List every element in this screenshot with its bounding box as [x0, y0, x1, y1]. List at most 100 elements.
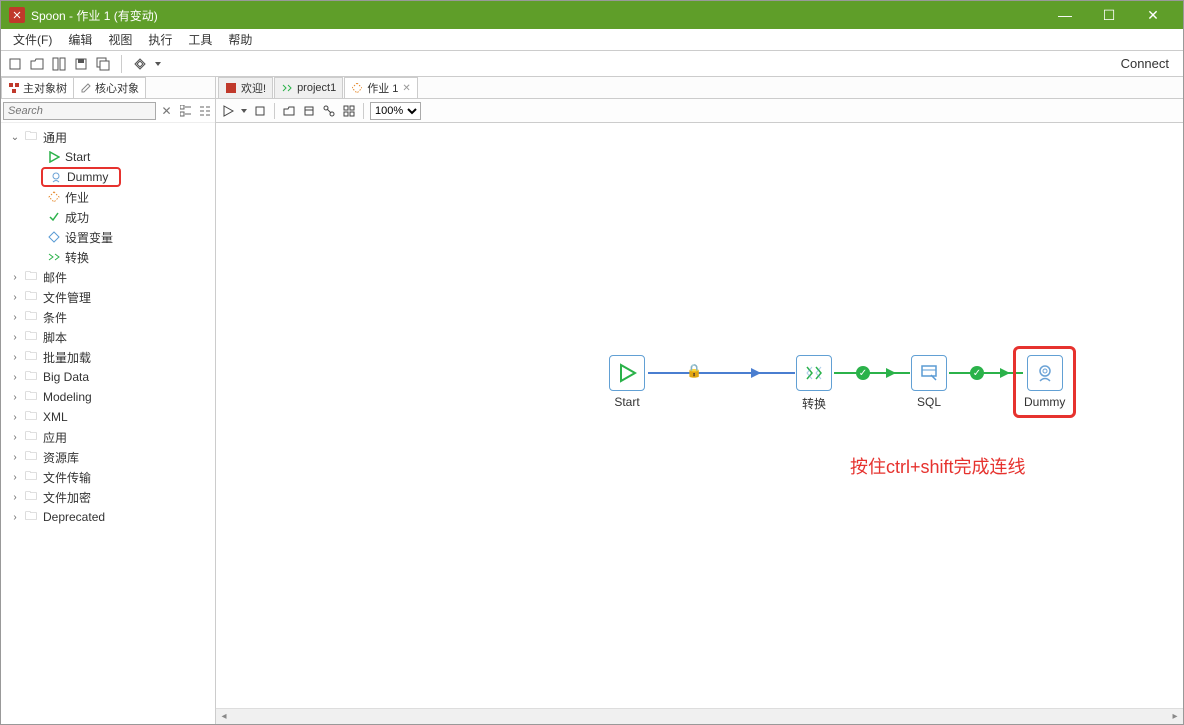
scroll-left-icon[interactable]: ◂: [216, 710, 232, 724]
expand-icon[interactable]: ›: [9, 392, 21, 403]
run-icon[interactable]: [220, 103, 236, 119]
tree-item-start[interactable]: Start: [3, 147, 213, 167]
tree-folder-general[interactable]: ⌄ 🗀 通用: [3, 127, 213, 147]
expand-icon[interactable]: ›: [9, 412, 21, 423]
canvas-node-sql[interactable]: SQL: [911, 355, 947, 409]
replay-icon[interactable]: [281, 103, 297, 119]
editor-tab-welcome[interactable]: 欢迎!: [218, 77, 273, 98]
tree-item-setvar[interactable]: 设置变量: [3, 227, 213, 247]
menu-help[interactable]: 帮助: [220, 29, 260, 50]
tree-folder[interactable]: ›🗀Modeling: [3, 387, 213, 407]
tab-main-tree[interactable]: 主对象树: [1, 77, 74, 98]
canvas-node-trans[interactable]: 转换: [796, 355, 832, 412]
tree-folder-label: 条件: [43, 309, 67, 326]
connect-link[interactable]: Connect: [1113, 56, 1177, 71]
dropdown-icon[interactable]: [240, 103, 248, 119]
expand-icon[interactable]: ›: [9, 472, 21, 483]
tree-item-label: 作业: [65, 189, 89, 206]
editor-tab-job1[interactable]: 作业 1 ✕: [344, 77, 418, 98]
tree-folder[interactable]: ›🗀脚本: [3, 327, 213, 347]
tree-folder[interactable]: › 🗀条件: [3, 307, 213, 327]
tree-folder-label: 资源库: [43, 449, 79, 466]
sql-icon[interactable]: [301, 103, 317, 119]
tree-folder[interactable]: ›🗀资源库: [3, 447, 213, 467]
tree-folder[interactable]: ›🗀Deprecated: [3, 507, 213, 527]
annotation-text: 按住ctrl+shift完成连线: [850, 453, 1026, 479]
folder-icon: 🗀: [25, 427, 39, 448]
tree-folder-label: 文件传输: [43, 469, 91, 486]
hop-start-trans[interactable]: [648, 372, 795, 374]
menu-edit[interactable]: 编辑: [60, 29, 100, 50]
open-icon[interactable]: [29, 56, 45, 72]
tree-folder[interactable]: ›🗀文件加密: [3, 487, 213, 507]
expand-icon[interactable]: ›: [9, 352, 21, 363]
menu-file[interactable]: 文件(F): [5, 29, 60, 50]
canvas-node-dummy[interactable]: Dummy: [1024, 355, 1065, 409]
dummy-icon: [49, 171, 63, 183]
node-label: SQL: [911, 395, 947, 409]
expand-all-icon[interactable]: [177, 102, 194, 120]
search-clear-icon[interactable]: ✕: [158, 102, 175, 120]
new-icon[interactable]: [7, 56, 23, 72]
expand-icon[interactable]: ›: [9, 452, 21, 463]
expand-icon[interactable]: ›: [9, 272, 21, 283]
horizontal-scrollbar[interactable]: ◂ ▸: [216, 708, 1183, 724]
tree-folder[interactable]: ›🗀文件传输: [3, 467, 213, 487]
editor-tab-label: 作业 1: [367, 80, 398, 96]
folder-icon: 🗀: [25, 287, 39, 308]
menu-view[interactable]: 视图: [100, 29, 140, 50]
zoom-select[interactable]: 100%: [370, 102, 421, 120]
folder-icon: 🗀: [25, 367, 39, 388]
save-as-icon[interactable]: [95, 56, 111, 72]
grid-icon[interactable]: [341, 103, 357, 119]
save-icon[interactable]: [73, 56, 89, 72]
canvas-node-start[interactable]: Start: [609, 355, 645, 409]
maximize-button[interactable]: ☐: [1087, 1, 1131, 29]
expand-icon[interactable]: ›: [9, 372, 21, 383]
menu-run[interactable]: 执行: [140, 29, 180, 50]
expand-icon[interactable]: ›: [9, 312, 21, 323]
canvas[interactable]: 🔒 ✓ ✓ Start 转换: [216, 123, 1183, 724]
expand-icon[interactable]: ›: [9, 492, 21, 503]
folder-icon: 🗀: [25, 307, 39, 328]
tree-item-dummy[interactable]: Dummy: [41, 167, 121, 187]
minimize-button[interactable]: —: [1043, 1, 1087, 29]
tree-folder-label: 文件加密: [43, 489, 91, 506]
editor-tab-project1[interactable]: project1: [274, 77, 343, 98]
stop-icon[interactable]: [252, 103, 268, 119]
expand-icon[interactable]: ›: [9, 432, 21, 443]
expand-icon[interactable]: ›: [9, 512, 21, 523]
tree-folder[interactable]: ›🗀批量加载: [3, 347, 213, 367]
explore-icon[interactable]: [51, 56, 67, 72]
tree-item-trans[interactable]: 转换: [3, 247, 213, 267]
node-box: [1027, 355, 1063, 391]
sidebar-tabs: 主对象树 核心对象: [1, 77, 215, 99]
expand-icon[interactable]: ›: [9, 332, 21, 343]
close-tab-icon[interactable]: ✕: [402, 83, 410, 94]
collapse-icon[interactable]: ⌄: [9, 132, 21, 143]
scroll-right-icon[interactable]: ▸: [1167, 710, 1183, 724]
expand-icon[interactable]: ›: [9, 292, 21, 303]
perspective-icon[interactable]: [132, 56, 148, 72]
folder-icon: 🗀: [25, 327, 39, 348]
tree: ⌄ 🗀 通用 Start Dummy 作业 成功 设置变: [1, 123, 215, 724]
tree-item-success[interactable]: 成功: [3, 207, 213, 227]
collapse-all-icon[interactable]: [196, 102, 213, 120]
tree-folder[interactable]: ›🗀XML: [3, 407, 213, 427]
tree-folder[interactable]: ›🗀Big Data: [3, 367, 213, 387]
close-button[interactable]: ✕: [1131, 1, 1175, 29]
tree-folder[interactable]: ›🗀应用: [3, 427, 213, 447]
folder-icon: 🗀: [25, 347, 39, 368]
impact-icon[interactable]: [321, 103, 337, 119]
dropdown-icon[interactable]: [154, 56, 162, 72]
tree-folder[interactable]: ›🗀文件管理: [3, 287, 213, 307]
hop-sql-dummy[interactable]: [949, 372, 1023, 374]
menu-tools[interactable]: 工具: [180, 29, 220, 50]
search-input[interactable]: [3, 102, 156, 120]
editor-area: 欢迎! project1 作业 1 ✕ 100%: [216, 77, 1183, 724]
tree-folder[interactable]: ›🗀邮件: [3, 267, 213, 287]
hop-trans-sql[interactable]: [834, 372, 910, 374]
tree-item-job[interactable]: 作业: [3, 187, 213, 207]
folder-icon: 🗀: [25, 507, 39, 528]
tab-core-objects[interactable]: 核心对象: [73, 77, 146, 98]
